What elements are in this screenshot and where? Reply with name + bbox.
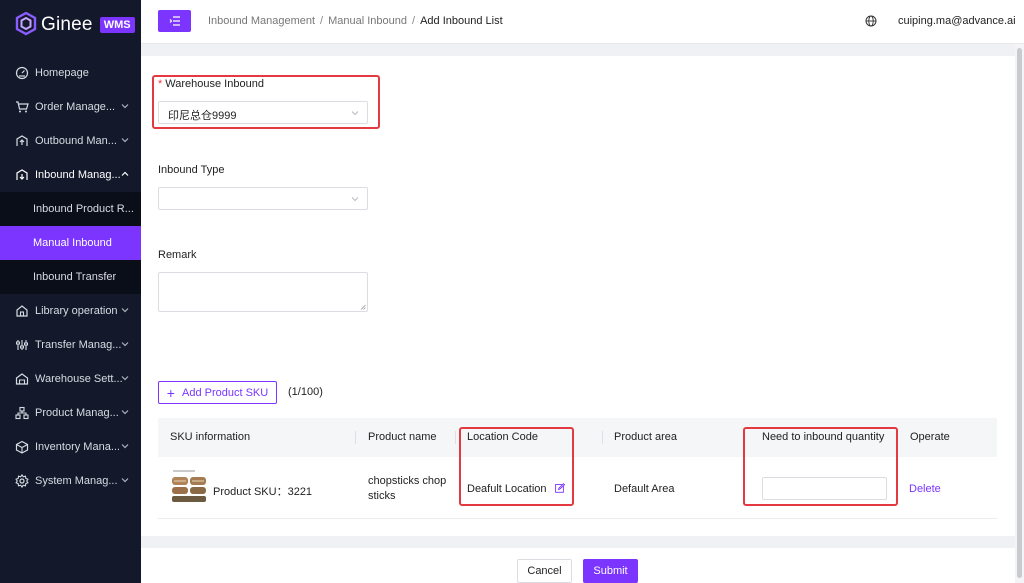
sidebar-nav: Homepage Order Manage... Outbound Man...… xyxy=(0,56,141,498)
form-footer: Cancel Submit xyxy=(141,548,1024,583)
globe-icon[interactable] xyxy=(865,15,877,27)
inbound-type-label: Inbound Type xyxy=(158,164,225,176)
sidebar-item-label: Product Manag... xyxy=(35,407,119,419)
inbound-form-card: * Warehouse Inbound 印尼总仓9999 Inbound Type… xyxy=(141,56,1015,536)
warehouse-icon xyxy=(15,372,29,386)
chevron-down-icon xyxy=(121,410,129,415)
library-icon xyxy=(15,304,29,318)
page-scrollbar[interactable] xyxy=(1015,44,1024,583)
product-name-line2: sticks xyxy=(368,490,396,502)
sidebar-item-label: Library operation xyxy=(35,305,118,317)
column-divider xyxy=(455,431,456,444)
chevron-down-icon xyxy=(121,478,129,483)
sidebar-item-inbound-management[interactable]: Inbound Manag... xyxy=(0,158,141,192)
sidebar: Ginee WMS Homepage Order Manage... Outbo… xyxy=(0,0,141,583)
inbound-type-select[interactable] xyxy=(158,187,368,210)
menu-toggle-button[interactable] xyxy=(158,10,191,32)
scrollbar-thumb[interactable] xyxy=(1017,48,1022,578)
menu-fold-icon xyxy=(169,16,180,26)
user-email[interactable]: cuiping.ma@advance.ai xyxy=(898,15,1016,27)
sidebar-item-homepage[interactable]: Homepage xyxy=(0,56,141,90)
breadcrumb-current: Add Inbound List xyxy=(420,15,503,27)
breadcrumb: Inbound Management / Manual Inbound / Add In… xyxy=(208,15,503,27)
add-product-sku-button[interactable]: + Add Product SKU xyxy=(158,381,277,404)
resize-grip-icon[interactable] xyxy=(360,304,366,310)
transfer-icon xyxy=(15,338,29,352)
breadcrumb-separator: / xyxy=(320,15,324,27)
sidebar-item-transfer-management[interactable]: Transfer Manag... xyxy=(0,328,141,362)
delete-row-button[interactable]: Delete xyxy=(909,483,941,495)
sidebar-item-order-management[interactable]: Order Manage... xyxy=(0,90,141,124)
inventory-icon xyxy=(15,440,29,454)
gear-icon xyxy=(15,474,29,488)
brand-badge: WMS xyxy=(99,17,135,33)
sidebar-item-label: Order Manage... xyxy=(35,101,116,113)
add-product-sku-label: Add Product SKU xyxy=(181,386,269,399)
cancel-button[interactable]: Cancel xyxy=(517,559,572,583)
sidebar-item-inventory-management[interactable]: Inventory Mana... xyxy=(0,430,141,464)
product-icon xyxy=(15,406,29,420)
chevron-down-icon xyxy=(121,342,129,347)
sidebar-item-library-operation[interactable]: Library operation xyxy=(0,294,141,328)
column-operate: Operate xyxy=(910,431,950,443)
sidebar-item-warehouse-settings[interactable]: Warehouse Sett... xyxy=(0,362,141,396)
sidebar-item-product-management[interactable]: Product Manag... xyxy=(0,396,141,430)
highlight-box-location-code xyxy=(459,427,574,506)
column-sku-information: SKU information xyxy=(170,431,251,443)
plus-icon: + xyxy=(166,384,175,401)
brand-name: Ginee xyxy=(41,14,93,35)
product-sku: Product SKU：3221 xyxy=(213,486,313,498)
top-header: Inbound Management / Manual Inbound / Add In… xyxy=(141,0,1024,44)
ginee-logo-icon xyxy=(15,12,37,36)
chevron-down-icon xyxy=(121,104,129,109)
sidebar-subitem-label: Inbound Product R... xyxy=(33,203,134,215)
sku-count: (1/100) xyxy=(288,386,323,398)
inbound-icon xyxy=(15,168,29,182)
sidebar-item-label: Outbound Man... xyxy=(35,135,117,147)
sidebar-subitem-inbound-transfer[interactable]: Inbound Transfer xyxy=(0,260,141,294)
breadcrumb-separator: / xyxy=(412,15,416,27)
outbound-icon xyxy=(15,134,29,148)
chevron-down-icon xyxy=(121,308,129,313)
sidebar-item-label: Homepage xyxy=(35,67,89,79)
chevron-up-icon xyxy=(121,171,129,176)
cart-icon xyxy=(15,100,29,114)
sidebar-subitem-manual-inbound[interactable]: Manual Inbound xyxy=(0,226,141,260)
product-area-value: Default Area xyxy=(614,483,675,495)
dashboard-icon xyxy=(15,66,29,80)
column-product-name: Product name xyxy=(368,431,437,443)
product-name-line1: chopsticks chop xyxy=(368,475,447,487)
sidebar-item-label: Inbound Manag... xyxy=(35,169,121,181)
chevron-down-icon xyxy=(121,444,129,449)
sidebar-item-label: Inventory Mana... xyxy=(35,441,120,453)
sidebar-item-label: System Manag... xyxy=(35,475,118,487)
brand-logo[interactable]: Ginee WMS xyxy=(15,10,135,40)
sidebar-item-label: Warehouse Sett... xyxy=(35,373,123,385)
chevron-down-icon xyxy=(121,376,129,381)
sidebar-item-label: Transfer Manag... xyxy=(35,339,122,351)
sidebar-subitem-label: Manual Inbound xyxy=(33,237,112,249)
chevron-down-icon xyxy=(351,197,359,202)
column-divider xyxy=(355,431,356,444)
submit-button[interactable]: Submit xyxy=(583,559,638,583)
sidebar-item-system-management[interactable]: System Manag... xyxy=(0,464,141,498)
chevron-down-icon xyxy=(121,138,129,143)
product-thumbnail-image xyxy=(170,468,208,505)
highlight-box-warehouse xyxy=(152,75,380,129)
sidebar-subitem-inbound-product-records[interactable]: Inbound Product R... xyxy=(0,192,141,226)
column-product-area: Product area xyxy=(614,431,677,443)
remark-label: Remark xyxy=(158,249,197,261)
breadcrumb-inbound-management[interactable]: Inbound Management xyxy=(208,15,315,27)
sidebar-item-outbound-management[interactable]: Outbound Man... xyxy=(0,124,141,158)
sidebar-subitem-label: Inbound Transfer xyxy=(33,271,117,283)
breadcrumb-manual-inbound[interactable]: Manual Inbound xyxy=(328,15,407,27)
column-divider xyxy=(602,431,603,444)
remark-textarea[interactable] xyxy=(158,272,368,312)
highlight-box-inbound-quantity xyxy=(743,427,898,506)
